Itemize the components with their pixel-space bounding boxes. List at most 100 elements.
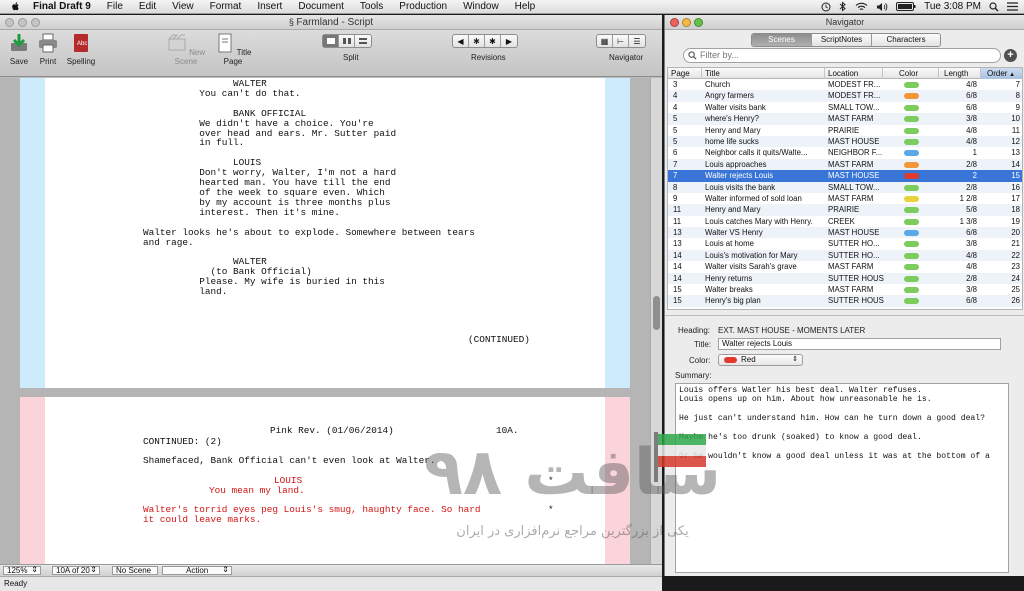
tab-characters[interactable]: Characters: [872, 34, 940, 46]
tab-scenes[interactable]: Scenes: [752, 34, 812, 46]
table-row[interactable]: 5 Henry and Mary PRAIRIE 4/8 11: [668, 125, 1022, 136]
table-row[interactable]: 14 Henry returns SUTTER HOUSE 2/8 24: [668, 272, 1022, 285]
action-line[interactable]: Shamefaced, Bank Official can't even loo…: [143, 456, 436, 466]
split-vertical-button[interactable]: [339, 35, 355, 47]
filter-input[interactable]: Filter by...: [683, 48, 1001, 63]
print-button[interactable]: Print: [35, 33, 61, 66]
menu-document[interactable]: Document: [290, 0, 352, 14]
navigator-control[interactable]: ▦ ⊢ ☰: [596, 34, 646, 48]
single-pane-icon: [326, 38, 335, 44]
table-row[interactable]: 9 Walter informed of sold loan MAST FARM 1 …: [668, 193, 1022, 204]
table-row[interactable]: 11 Henry and Mary PRAIRIE 5/8 18: [668, 204, 1022, 216]
table-row[interactable]: 5 where's Henry? MAST FARM 3/8 10: [668, 113, 1022, 125]
new-scene-button[interactable]: New Scene: [165, 33, 207, 66]
menu-production[interactable]: Production: [391, 0, 455, 14]
script-titlebar[interactable]: § Farmland - Script: [0, 15, 662, 30]
scenes-table: Page Title Location Color Length Order ▲…: [667, 67, 1023, 310]
column-location[interactable]: Location: [825, 68, 883, 79]
element-select[interactable]: Action ⇕: [162, 566, 232, 575]
previous-revision-button[interactable]: ◀: [453, 35, 469, 47]
table-row[interactable]: 14 Walter visits Sarah's grave MAST FARM 4/…: [668, 261, 1022, 272]
menu-file[interactable]: File: [99, 0, 131, 14]
table-row[interactable]: 13 Walter VS Henry MAST HOUSE 6/8 20: [668, 227, 1022, 239]
title-page-button[interactable]: Title Page: [212, 33, 254, 66]
column-color[interactable]: Color: [883, 68, 939, 79]
scroll-thumb[interactable]: [653, 296, 660, 330]
script-page-10[interactable]: WALTER You can't do that. BANK OFFICIAL …: [20, 78, 630, 388]
menu-window[interactable]: Window: [455, 0, 507, 14]
menu-insert[interactable]: Insert: [249, 0, 290, 14]
mark-revision-button[interactable]: ✱: [469, 35, 485, 47]
zoom-window-button[interactable]: [694, 18, 703, 27]
dialogue-line[interactable]: You mean my land.: [209, 486, 305, 496]
table-row-selected[interactable]: 7 Walter rejects Louis MAST HOUSE 2 15: [668, 170, 1022, 182]
menu-format[interactable]: Format: [202, 0, 250, 14]
next-revision-button[interactable]: ▶: [501, 35, 517, 47]
close-window-button[interactable]: [5, 18, 14, 27]
script-page-10a[interactable]: Pink Rev. (01/06/2014) 10A. CONTINUED: (…: [20, 397, 630, 564]
scene-view-button[interactable]: ▦: [597, 35, 613, 47]
split-horizontal-button[interactable]: [355, 35, 371, 47]
color-label: Color:: [689, 356, 711, 365]
table-row[interactable]: 7 Louis approaches MAST FARM 2/8 14: [668, 158, 1022, 171]
minimize-window-button[interactable]: [682, 18, 691, 27]
add-scene-button[interactable]: +: [1004, 49, 1017, 62]
scene-color-swatch: [904, 161, 919, 168]
column-order[interactable]: Order ▲: [981, 68, 1022, 79]
minimize-window-button[interactable]: [18, 18, 27, 27]
menu-tools[interactable]: Tools: [352, 0, 391, 14]
battery-icon[interactable]: [896, 2, 916, 11]
table-row[interactable]: 3 Church MODEST FR... 4/8 7: [668, 79, 1022, 90]
menu-view[interactable]: View: [164, 0, 202, 14]
menu-app-name[interactable]: Final Draft 9: [25, 0, 99, 14]
table-row[interactable]: 6 Neighbor calls it quits/Walte... NEIGHBO…: [668, 147, 1022, 158]
wifi-icon[interactable]: [855, 2, 868, 12]
notification-center-icon[interactable]: [1007, 2, 1018, 11]
table-row[interactable]: 13 Louis at home SUTTER HO... 3/8 21: [668, 238, 1022, 249]
index-card-button[interactable]: ⊢: [613, 35, 629, 47]
navigator-toggle-button[interactable]: ☰: [629, 35, 645, 47]
page-text[interactable]: WALTER You can't do that. BANK OFFICIAL …: [143, 79, 475, 297]
action-line-revised-2[interactable]: it could leave marks.: [143, 515, 261, 525]
split-single-button[interactable]: [323, 35, 339, 47]
scene-indicator[interactable]: No Scene: [112, 566, 158, 575]
table-row[interactable]: 11 Louis catches Mary with Henry. CREEK 1 3…: [668, 216, 1022, 227]
menu-edit[interactable]: Edit: [131, 0, 164, 14]
spotlight-icon[interactable]: [989, 1, 999, 12]
menubar-clock[interactable]: Tue 3:08 PM: [924, 1, 981, 12]
split-view-control[interactable]: [322, 34, 372, 48]
column-page[interactable]: Page: [668, 68, 702, 79]
table-row[interactable]: 14 Louis's motivation for Mary SUTTER HO..…: [668, 249, 1022, 262]
table-row[interactable]: 4 Angry farmers MODEST FR... 6/8 8: [668, 90, 1022, 102]
time-machine-icon[interactable]: [821, 2, 831, 12]
column-title[interactable]: Title: [702, 68, 825, 79]
bluetooth-icon[interactable]: [839, 1, 847, 12]
table-row[interactable]: 15 Walter breaks MAST FARM 3/8 25: [668, 284, 1022, 295]
volume-icon[interactable]: [876, 2, 888, 12]
scene-title-field[interactable]: Walter rejects Louis: [718, 338, 1001, 350]
table-row[interactable]: 5 home life sucks MAST HOUSE 4/8 12: [668, 135, 1022, 148]
close-window-button[interactable]: [670, 18, 679, 27]
color-select[interactable]: Red ⇕: [718, 354, 803, 366]
table-row[interactable]: 8 Louis visits the bank SMALL TOW... 2/8 16: [668, 181, 1022, 193]
apple-icon[interactable]: [10, 1, 21, 12]
navigator-titlebar[interactable]: Navigator: [665, 15, 1024, 30]
save-button[interactable]: Save: [6, 33, 32, 66]
cell-location: CREEK: [828, 216, 855, 226]
page-indicator[interactable]: 10A of 20 ⇕: [52, 566, 100, 575]
column-length[interactable]: Length: [939, 68, 981, 79]
revisions-control[interactable]: ◀ ✱ ✱ ▶: [452, 34, 518, 48]
tab-scriptnotes[interactable]: ScriptNotes: [812, 34, 872, 46]
clear-revision-button[interactable]: ✱: [485, 35, 501, 47]
spelling-button[interactable]: Abc Spelling: [64, 33, 98, 66]
zoom-select[interactable]: 125% ⇕: [3, 566, 41, 575]
table-row[interactable]: 4 Walter visits bank SMALL TOW... 6/8 9: [668, 102, 1022, 113]
scene-color-swatch: [904, 138, 919, 145]
script-pages[interactable]: WALTER You can't do that. BANK OFFICIAL …: [0, 78, 650, 564]
zoom-window-button[interactable]: [31, 18, 40, 27]
summary-textarea[interactable]: Louis offers Watler his best deal. Walte…: [675, 383, 1009, 573]
table-row[interactable]: 15 Henry's big plan SUTTER HOUSE 6/8 26: [668, 295, 1022, 307]
cell-title: Walter visits bank: [705, 102, 766, 112]
menu-help[interactable]: Help: [507, 0, 544, 14]
vertical-scrollbar[interactable]: [650, 78, 662, 564]
